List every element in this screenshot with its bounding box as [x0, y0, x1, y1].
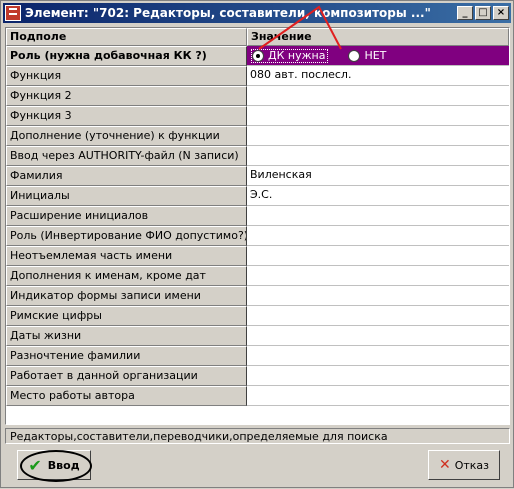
row-value[interactable] — [247, 366, 509, 386]
row-name[interactable]: Функция 2 — [6, 86, 247, 106]
row-value[interactable]: 080 авт. послесл. — [247, 66, 509, 86]
row-name[interactable]: Даты жизни — [6, 326, 247, 346]
row-value[interactable] — [247, 246, 509, 266]
row-name[interactable]: Работает в данной организации — [6, 366, 247, 386]
table-row[interactable]: Дополнение (уточнение) к функции — [6, 126, 509, 146]
radio-option-no[interactable]: НЕТ — [348, 47, 386, 65]
header-value[interactable]: Значение — [247, 28, 509, 46]
dialog-window: Элемент: "702: Редакторы, составители, к… — [0, 0, 514, 488]
title-bar[interactable]: Элемент: "702: Редакторы, составители, к… — [3, 3, 511, 23]
cancel-button[interactable]: ✕ Отказ — [428, 450, 500, 480]
window-title: Элемент: "702: Редакторы, составители, к… — [25, 6, 431, 20]
row-value[interactable] — [247, 306, 509, 326]
table-row[interactable]: Расширение инициалов — [6, 206, 509, 226]
role-radio-group[interactable]: ДК нужна НЕТ — [247, 46, 509, 66]
close-button[interactable]: × — [493, 6, 509, 20]
row-value[interactable] — [247, 266, 509, 286]
table-row[interactable]: Функция 2 — [6, 86, 509, 106]
row-name[interactable]: Роль (нужна добавочная КК ?) — [6, 46, 247, 66]
row-name[interactable]: Место работы автора — [6, 386, 247, 406]
table-row[interactable]: Роль (Инвертирование ФИО допустимо?) — [6, 226, 509, 246]
row-name[interactable]: Римские цифры — [6, 306, 247, 326]
grid-header: Подполе Значение — [6, 28, 509, 46]
cancel-button-label: Отказ — [454, 458, 490, 472]
radio-label-yes: ДК нужна — [268, 48, 326, 62]
table-row[interactable]: Место работы автора — [6, 386, 509, 406]
header-subfield[interactable]: Подполе — [6, 28, 247, 46]
table-row[interactable]: Римские цифры — [6, 306, 509, 326]
row-name[interactable]: Неотъемлемая часть имени — [6, 246, 247, 266]
ok-button[interactable]: ✔ Ввод — [17, 450, 91, 480]
row-name[interactable]: Дополнение (уточнение) к функции — [6, 126, 247, 146]
radio-unchecked-icon[interactable] — [348, 49, 361, 62]
table-row[interactable]: Функция 080 авт. послесл. — [6, 66, 509, 86]
table-row[interactable]: Разночтение фамилии — [6, 346, 509, 366]
ok-button-label: Ввод — [47, 458, 80, 472]
row-name[interactable]: Функция — [6, 66, 247, 86]
row-value[interactable] — [247, 146, 509, 166]
row-value[interactable] — [247, 326, 509, 346]
table-row[interactable]: Роль (нужна добавочная КК ?) ДК нужна НЕ… — [6, 46, 509, 66]
row-value[interactable] — [247, 86, 509, 106]
row-name[interactable]: Роль (Инвертирование ФИО допустимо?) — [6, 226, 247, 246]
table-row[interactable]: Фамилия Виленская — [6, 166, 509, 186]
status-bar: Редакторы,составители,переводчики,опреде… — [5, 428, 510, 444]
row-name[interactable]: Ввод через AUTHORITY-файл (N записи) — [6, 146, 247, 166]
subfield-grid[interactable]: Подполе Значение Роль (нужна добавочная … — [5, 27, 510, 425]
minimize-button[interactable]: _ — [457, 6, 473, 20]
app-icon — [5, 5, 21, 21]
table-row[interactable]: Неотъемлемая часть имени — [6, 246, 509, 266]
maximize-button[interactable]: □ — [475, 6, 491, 20]
check-icon: ✔ — [28, 455, 42, 475]
table-row[interactable]: Дополнения к именам, кроме дат — [6, 266, 509, 286]
row-value[interactable] — [247, 226, 509, 246]
row-name[interactable]: Дополнения к именам, кроме дат — [6, 266, 247, 286]
row-value[interactable]: Э.С. — [247, 186, 509, 206]
table-row[interactable]: Работает в данной организации — [6, 366, 509, 386]
radio-label-no: НЕТ — [364, 48, 387, 62]
radio-checked-icon[interactable] — [252, 49, 264, 62]
row-name[interactable]: Функция 3 — [6, 106, 247, 126]
row-value[interactable] — [247, 286, 509, 306]
row-value[interactable] — [247, 206, 509, 226]
x-icon: ✕ — [438, 457, 451, 473]
row-name[interactable]: Фамилия — [6, 166, 247, 186]
row-value[interactable] — [247, 346, 509, 366]
table-row[interactable]: Функция 3 — [6, 106, 509, 126]
table-row[interactable]: Индикатор формы записи имени — [6, 286, 509, 306]
row-name[interactable]: Индикатор формы записи имени — [6, 286, 247, 306]
table-row[interactable]: Ввод через AUTHORITY-файл (N записи) — [6, 146, 509, 166]
row-value[interactable] — [247, 126, 509, 146]
row-value[interactable]: Виленская — [247, 166, 509, 186]
table-row[interactable]: Инициалы Э.С. — [6, 186, 509, 206]
row-value[interactable] — [247, 106, 509, 126]
table-row[interactable]: Даты жизни — [6, 326, 509, 346]
row-name[interactable]: Разночтение фамилии — [6, 346, 247, 366]
radio-option-yes[interactable]: ДК нужна — [251, 48, 329, 63]
row-value[interactable] — [247, 386, 509, 406]
row-name[interactable]: Инициалы — [6, 186, 247, 206]
row-name[interactable]: Расширение инициалов — [6, 206, 247, 226]
